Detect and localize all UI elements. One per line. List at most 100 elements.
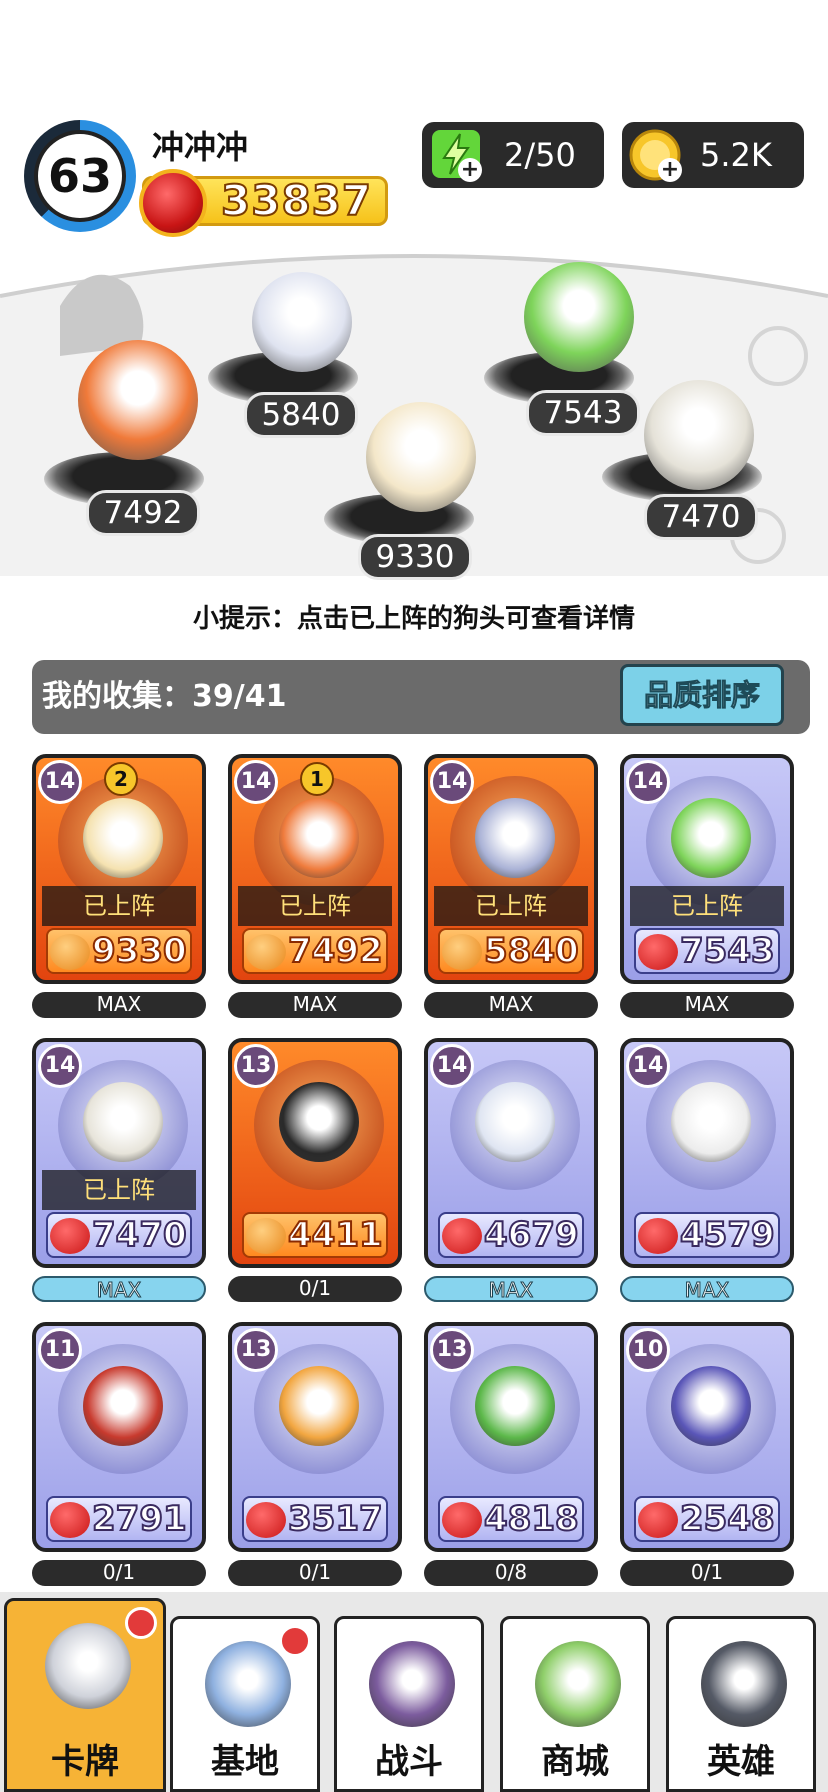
card-level-badge: 13 <box>234 1328 278 1372</box>
collection-card[interactable]: 13 3517 <box>228 1322 402 1552</box>
energy-counter[interactable]: + 2/50 <box>422 122 604 188</box>
card-power-box: 3517 <box>242 1496 388 1542</box>
collection-card[interactable]: 10 2548 <box>620 1322 794 1552</box>
coin-counter[interactable]: + 5.2K <box>622 122 804 188</box>
soldier-dog-icon[interactable] <box>644 380 754 490</box>
card-dog-portrait <box>646 1060 776 1190</box>
card-power-value: 9330 <box>91 930 188 972</box>
tab-1[interactable]: 卡牌 <box>4 1598 166 1792</box>
add-energy-icon[interactable]: + <box>458 158 482 182</box>
collection-card[interactable]: 14 已上阵 7470 <box>32 1038 206 1268</box>
player-level-ring[interactable]: 63 <box>24 120 136 232</box>
card-level-badge: 13 <box>430 1328 474 1372</box>
collection-card[interactable]: 13 4818 <box>424 1322 598 1552</box>
collection-card[interactable]: 14 2 已上阵 9330 <box>32 754 206 984</box>
card-power-value: 4818 <box>483 1498 580 1540</box>
fist-icon <box>442 1502 482 1538</box>
card-dog-portrait <box>58 1344 188 1474</box>
total-power-value: 33837 <box>220 176 373 225</box>
card-power-value: 2548 <box>679 1498 776 1540</box>
fist-icon <box>638 934 678 970</box>
card-progress-bar: MAX <box>620 992 794 1018</box>
collection-count: 我的收集：39/41 <box>42 679 287 714</box>
fist-icon <box>442 1218 482 1254</box>
money-icon <box>535 1641 621 1727</box>
card-dog-face-icon <box>83 798 163 878</box>
tab-label: 卡牌 <box>51 1742 119 1782</box>
fist-icon <box>50 934 90 970</box>
fire-ice-dog-icon[interactable] <box>78 340 198 460</box>
card-power-value: 4679 <box>483 1214 580 1256</box>
card-lineup-rank: 1 <box>300 762 334 796</box>
lineup-power-tag: 7470 <box>644 494 758 540</box>
card-progress-bar: 0/1 <box>620 1560 794 1586</box>
card-level-badge: 14 <box>626 1044 670 1088</box>
card-progress-bar: MAX <box>32 1276 206 1303</box>
collection-card[interactable]: 14 4679 <box>424 1038 598 1268</box>
fist-icon <box>638 1502 678 1538</box>
card-power-box: 2548 <box>634 1496 780 1542</box>
card-power-box: 7543 <box>634 928 780 974</box>
collection-card[interactable]: 14 已上阵 7543 <box>620 754 794 984</box>
husky-dog-icon[interactable] <box>252 272 352 372</box>
tab-5[interactable]: 英雄 <box>666 1616 816 1792</box>
fist-icon <box>246 1502 286 1538</box>
tab-label: 商城 <box>541 1742 609 1782</box>
notification-badge <box>279 1625 311 1657</box>
card-power-value: 4411 <box>287 1214 384 1256</box>
energy-value: 2/50 <box>504 136 576 174</box>
card-level-badge: 13 <box>234 1044 278 1088</box>
card-dog-face-icon <box>671 798 751 878</box>
card-power-value: 4579 <box>679 1214 776 1256</box>
card-deployed-label: 已上阵 <box>238 886 392 926</box>
card-progress-bar: MAX <box>620 1276 794 1303</box>
quality-sort-button[interactable]: 品质排序 <box>620 664 784 726</box>
card-progress-bar: MAX <box>32 992 206 1018</box>
card-dog-face-icon <box>671 1366 751 1446</box>
card-deployed-label: 已上阵 <box>42 886 196 926</box>
card-progress-bar: MAX <box>424 992 598 1018</box>
card-dog-face-icon <box>475 1366 555 1446</box>
card-dog-face-icon <box>475 798 555 878</box>
add-coins-icon[interactable]: + <box>658 158 682 182</box>
card-progress-bar: MAX <box>228 992 402 1018</box>
collection-card[interactable]: 14 4579 <box>620 1038 794 1268</box>
card-deployed-label: 已上阵 <box>434 886 588 926</box>
card-power-value: 7470 <box>91 1214 188 1256</box>
player-name: 冲冲冲 <box>152 128 249 166</box>
tab-2[interactable]: 基地 <box>170 1616 320 1792</box>
card-power-box: 9330 <box>46 928 192 974</box>
cabbage-dog-icon[interactable] <box>524 262 634 372</box>
card-power-value: 5840 <box>483 930 580 972</box>
fist-icon <box>50 1502 90 1538</box>
total-power-display: 33837 <box>139 169 388 237</box>
card-power-box: 4411 <box>242 1212 388 1258</box>
hero-dog-icon <box>701 1641 787 1727</box>
card-dog-face-icon <box>279 798 359 878</box>
card-dog-portrait <box>254 1060 384 1190</box>
fist-icon <box>246 934 286 970</box>
fist-icon <box>442 934 482 970</box>
card-power-value: 2791 <box>91 1498 188 1540</box>
collection-card[interactable]: 14 已上阵 5840 <box>424 754 598 984</box>
golden-helmet-dog-icon[interactable] <box>366 402 476 512</box>
collection-card[interactable]: 11 2791 <box>32 1322 206 1552</box>
hint-text: 小提示：点击已上阵的狗头可查看详情 <box>192 604 635 634</box>
card-deployed-label: 已上阵 <box>630 886 784 926</box>
castle-icon <box>205 1641 291 1727</box>
card-power-box: 2791 <box>46 1496 192 1542</box>
card-level-badge: 14 <box>430 760 474 804</box>
tab-3[interactable]: 战斗 <box>334 1616 484 1792</box>
lineup-power-tag: 7492 <box>86 490 200 536</box>
card-dog-face-icon <box>83 1082 163 1162</box>
tab-4[interactable]: 商城 <box>500 1616 650 1792</box>
card-dog-face-icon <box>475 1082 555 1162</box>
collection-card[interactable]: 14 1 已上阵 7492 <box>228 754 402 984</box>
card-deployed-label: 已上阵 <box>42 1170 196 1210</box>
notification-badge <box>125 1607 157 1639</box>
collection-card[interactable]: 13 4411 <box>228 1038 402 1268</box>
fist-icon <box>246 1218 286 1254</box>
lineup-power-tag: 7543 <box>526 390 640 436</box>
card-level-badge: 14 <box>38 1044 82 1088</box>
card-power-box: 4579 <box>634 1212 780 1258</box>
